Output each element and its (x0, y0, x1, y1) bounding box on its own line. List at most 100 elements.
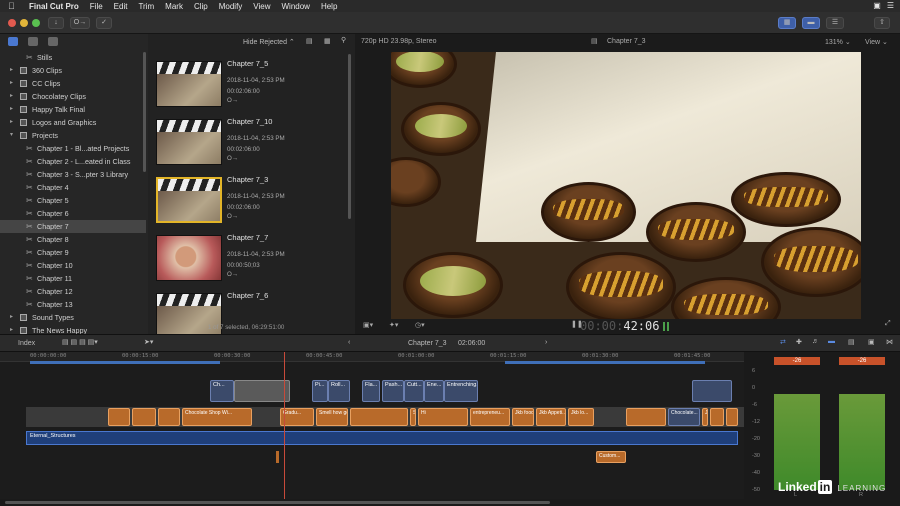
connected-clip[interactable]: Cutt... (404, 380, 424, 402)
clip-thumbnail[interactable] (156, 235, 222, 281)
disclosure-icon[interactable]: ▸ (10, 311, 13, 324)
browser-clip[interactable]: Chapter 7_7 2018-11-04, 2:53 PM 00:00:50;0… (154, 230, 354, 284)
audio-skimming-icon[interactable]: ♬ (812, 338, 819, 345)
effects-browser-icon[interactable]: ▣ (868, 338, 875, 346)
primary-clip[interactable]: Jkb lo... (568, 408, 594, 426)
connected-clip[interactable] (234, 380, 290, 402)
connected-clip[interactable]: Ch... (210, 380, 234, 402)
browser-clip[interactable]: Chapter 7_3 2018-11-04, 2:53 PM 00:02:06:0… (154, 172, 354, 226)
primary-clip[interactable] (726, 408, 738, 426)
sidebar-item[interactable]: ✂ Chapter 8 (0, 233, 146, 246)
index-button[interactable]: Index (18, 340, 35, 347)
connected-clip[interactable]: Pash... (382, 380, 404, 402)
sidebar-item[interactable]: ▾ Projects (0, 129, 146, 142)
primary-clip[interactable]: Smell how good ... (410, 408, 416, 426)
close-window-button[interactable] (8, 19, 16, 27)
history-forward-icon[interactable]: › (545, 339, 547, 346)
menu-mark[interactable]: Mark (165, 2, 183, 11)
sidebar-item[interactable]: ✂ Chapter 2 - L...eated in Class (0, 155, 146, 168)
browser-clip[interactable]: Chapter 7_10 2018-11-04, 2:53 PM 00:02:06:… (154, 114, 354, 168)
share-status-icon[interactable]: ▣ (873, 1, 881, 10)
sidebar-item[interactable]: ✂ Chapter 11 (0, 272, 146, 285)
crop-icon[interactable]: ▣▾ (363, 321, 373, 329)
minimize-window-button[interactable] (20, 19, 28, 27)
menu-file[interactable]: File (90, 2, 103, 11)
inspector-toggle-icon[interactable]: ☰ (826, 17, 844, 29)
sidebar-scrollbar[interactable] (143, 52, 146, 172)
timeline-layout-icon[interactable]: ▬ (802, 17, 820, 29)
menu-trim[interactable]: Trim (138, 2, 154, 11)
primary-clip[interactable] (710, 408, 724, 426)
sidebar-item[interactable]: ✂ Chapter 4 (0, 181, 146, 194)
select-tool-icon[interactable]: ➤▾ (144, 338, 153, 346)
menu-clip[interactable]: Clip (194, 2, 208, 11)
search-icon[interactable]: ⚲ (341, 36, 346, 44)
primary-clip[interactable]: entrepreneu... (470, 408, 510, 426)
primary-clip[interactable]: Jkb food ... (512, 408, 534, 426)
transitions-icon[interactable]: ⋈ (886, 338, 893, 346)
sidebar-item[interactable]: ✂ Chapter 6 (0, 207, 146, 220)
sidebar-item[interactable]: ▸ CC Clips (0, 77, 146, 90)
sidebar-item[interactable]: ▸ Chocolatey Clips (0, 90, 146, 103)
timeline[interactable]: 00:00:00:00 00:00:15:00 00:00:30:00 00:00:4… (0, 352, 744, 499)
primary-clip[interactable]: Jkb ... (702, 408, 708, 426)
browser-clip[interactable]: Chapter 7_5 2018-11-04, 2:53 PM 00:02:06:0… (154, 56, 354, 110)
sidebar-item[interactable]: ✂ Chapter 5 (0, 194, 146, 207)
libraries-tab-icon[interactable] (8, 37, 18, 46)
sidebar-item[interactable]: ✂ Chapter 7 (0, 220, 146, 233)
solo-icon[interactable]: ▬ (828, 338, 835, 345)
menu-view[interactable]: View (253, 2, 270, 11)
primary-clip[interactable] (108, 408, 130, 426)
sidebar-item[interactable]: ▸ Happy Talk Final (0, 103, 146, 116)
filmstrip-view-icon[interactable]: ▦ (324, 37, 331, 45)
disclosure-icon[interactable]: ▸ (10, 103, 13, 116)
filter-popup[interactable]: Hide Rejected ⌃ (243, 38, 295, 46)
apple-menu-icon[interactable]:  (8, 1, 20, 11)
sidebar-item[interactable]: ✂ Chapter 12 (0, 285, 146, 298)
disclosure-icon[interactable]: ▸ (10, 90, 13, 103)
connected-clip[interactable]: Ene... (424, 380, 444, 402)
timecode-display[interactable]: 00:00:42:06 (580, 319, 659, 333)
primary-clip[interactable] (132, 408, 156, 426)
sidebar-item[interactable]: ▸ Sound Types (0, 311, 146, 324)
sidebar-item[interactable]: ✂ Chapter 13 (0, 298, 146, 311)
primary-clip[interactable]: Smell how good it ... (316, 408, 348, 426)
menu-modify[interactable]: Modify (219, 2, 243, 11)
connected-clip[interactable]: Roll... (328, 380, 350, 402)
transform-icon[interactable]: ✦▾ (389, 321, 398, 329)
primary-clip[interactable]: Gradu... (280, 408, 314, 426)
connected-clip[interactable]: Entrenching... (444, 380, 478, 402)
keyword-button[interactable]: O→ (70, 17, 90, 29)
primary-clip[interactable] (350, 408, 408, 426)
disclosure-icon[interactable]: ▸ (10, 64, 13, 77)
clip-appearance-timeline-icon[interactable]: ▤ (848, 338, 855, 346)
sidebar-item[interactable]: ✂ Chapter 9 (0, 246, 146, 259)
primary-clip[interactable] (158, 408, 180, 426)
photos-audio-tab-icon[interactable] (28, 37, 38, 46)
sidebar-item[interactable]: ✂ Chapter 3 - S...pter 3 Library (0, 168, 146, 181)
connected-clip[interactable]: Fla... (362, 380, 380, 402)
zoom-window-button[interactable] (32, 19, 40, 27)
playhead[interactable] (284, 352, 285, 499)
sidebar-item[interactable]: ✂ Chapter 1 - Bl...ated Projects (0, 142, 146, 155)
app-menu[interactable]: Final Cut Pro (29, 2, 79, 11)
clip-thumbnail[interactable] (156, 119, 222, 165)
disclosure-icon[interactable]: ▸ (10, 116, 13, 129)
fullscreen-icon[interactable]: ⤢ (885, 320, 891, 328)
connected-clip[interactable]: Pi... (312, 380, 328, 402)
share-icon[interactable]: ⇧ (874, 17, 890, 29)
primary-clip[interactable]: Chocolate... (668, 408, 700, 426)
timeline-scroll-thumb[interactable] (5, 501, 550, 504)
libraries-layout-icon[interactable]: ▦ (778, 17, 796, 29)
speed-icon[interactable]: ◷▾ (415, 321, 425, 329)
connected-clip[interactable] (692, 380, 732, 402)
import-icon[interactable]: ↓ (48, 17, 64, 29)
viewer-frame-image[interactable] (391, 52, 861, 319)
audio-fragment[interactable] (276, 451, 279, 463)
sidebar-item[interactable]: ▸ 360 Clips (0, 64, 146, 77)
menu-window[interactable]: Window (282, 2, 310, 11)
browser-scrollbar[interactable] (348, 54, 351, 219)
primary-clip[interactable]: Jkb Appeti... (536, 408, 566, 426)
skimming-icon[interactable]: ⇄ (780, 338, 786, 346)
clip-thumbnail[interactable] (156, 177, 222, 223)
